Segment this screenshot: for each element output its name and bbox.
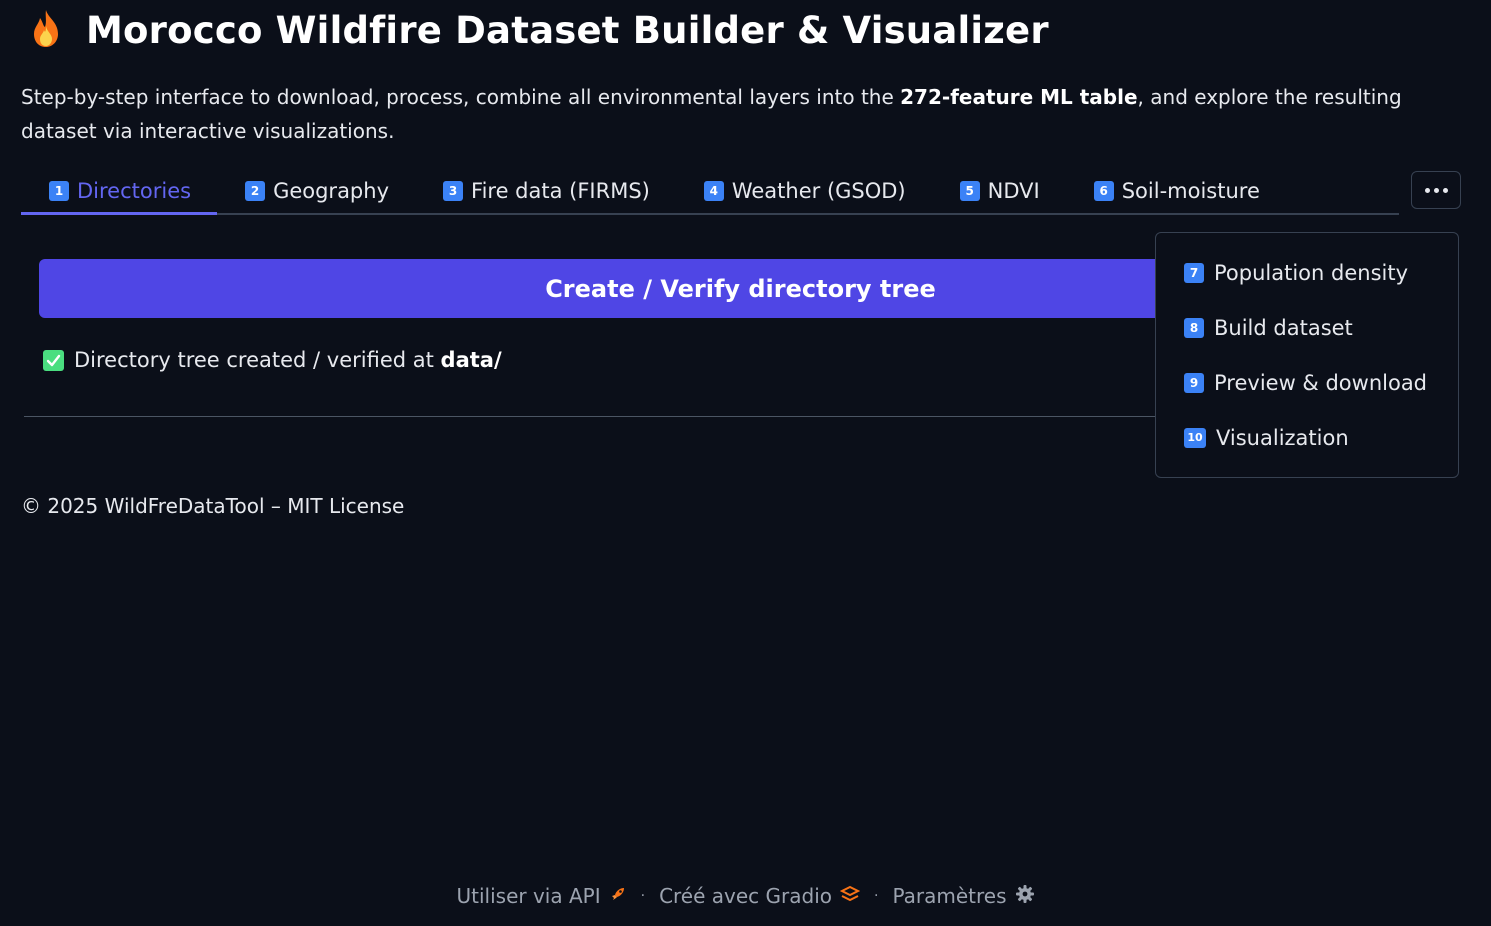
tab-visualization[interactable]: 10 Visualization	[1156, 410, 1458, 465]
more-dot	[1424, 187, 1430, 193]
number-badge-icon: 7	[1184, 262, 1204, 283]
settings-link[interactable]: Paramètres	[892, 884, 1034, 909]
number-badge-icon: 3	[443, 180, 464, 201]
page-title: Morocco Wildfire Dataset Builder & Visua…	[86, 8, 1049, 52]
status-message: Directory tree created / verified at dat…	[43, 345, 502, 375]
feature-count: 272-feature ML table	[900, 85, 1138, 109]
number-badge-icon: 1	[49, 180, 69, 201]
tab-soil-moisture[interactable]: 6 Soil-moisture	[1066, 168, 1286, 213]
status-path: data/	[440, 348, 502, 372]
footer-separator: ·	[874, 888, 879, 904]
overflow-tabs-menu: 7 Population density 8 Build dataset 9 P…	[1155, 232, 1459, 478]
tab-build-dataset[interactable]: 8 Build dataset	[1156, 300, 1458, 355]
tab-directories[interactable]: 1 Directories	[21, 168, 218, 215]
app-header: Morocco Wildfire Dataset Builder & Visua…	[28, 6, 1049, 54]
api-link[interactable]: Utiliser via API	[457, 884, 627, 908]
more-dot	[1433, 187, 1439, 193]
tab-geography[interactable]: 2 Geography	[217, 168, 415, 213]
fire-icon	[28, 8, 64, 52]
more-dot	[1442, 187, 1448, 193]
gradio-link[interactable]: Créé avec Gradio	[659, 884, 861, 908]
number-badge-icon: 2	[245, 180, 266, 201]
number-badge-icon: 9	[1184, 372, 1204, 393]
tab-bar: 1 Directories 2 Geography 3 Fire data (F…	[21, 168, 1399, 215]
number-badge-icon: 8	[1184, 317, 1204, 338]
number-badge-icon: 5	[959, 180, 980, 201]
number-badge-icon: 6	[1093, 180, 1114, 201]
gear-icon	[1015, 884, 1035, 909]
tab-population-density[interactable]: 7 Population density	[1156, 245, 1458, 300]
rocket-icon	[609, 884, 627, 908]
tab-weather[interactable]: 4 Weather (GSOD)	[676, 168, 932, 213]
description: Step-by-step interface to download, proc…	[21, 85, 1402, 143]
footer-separator: ·	[640, 888, 646, 904]
more-tabs-button[interactable]	[1411, 171, 1461, 209]
number-badge-icon: 4	[703, 180, 724, 201]
license-text: © 2025 WildFreDataTool – MIT License	[21, 494, 405, 518]
checkmark-icon	[43, 349, 64, 371]
number-badge-icon: 10	[1184, 427, 1206, 448]
tab-preview-download[interactable]: 9 Preview & download	[1156, 355, 1458, 410]
tab-ndvi[interactable]: 5 NDVI	[932, 168, 1066, 213]
footer: Utiliser via API · Créé avec Gradio · Pa…	[0, 880, 1491, 912]
gradio-logo-icon	[839, 884, 861, 908]
tab-fire-data[interactable]: 3 Fire data (FIRMS)	[415, 168, 676, 213]
